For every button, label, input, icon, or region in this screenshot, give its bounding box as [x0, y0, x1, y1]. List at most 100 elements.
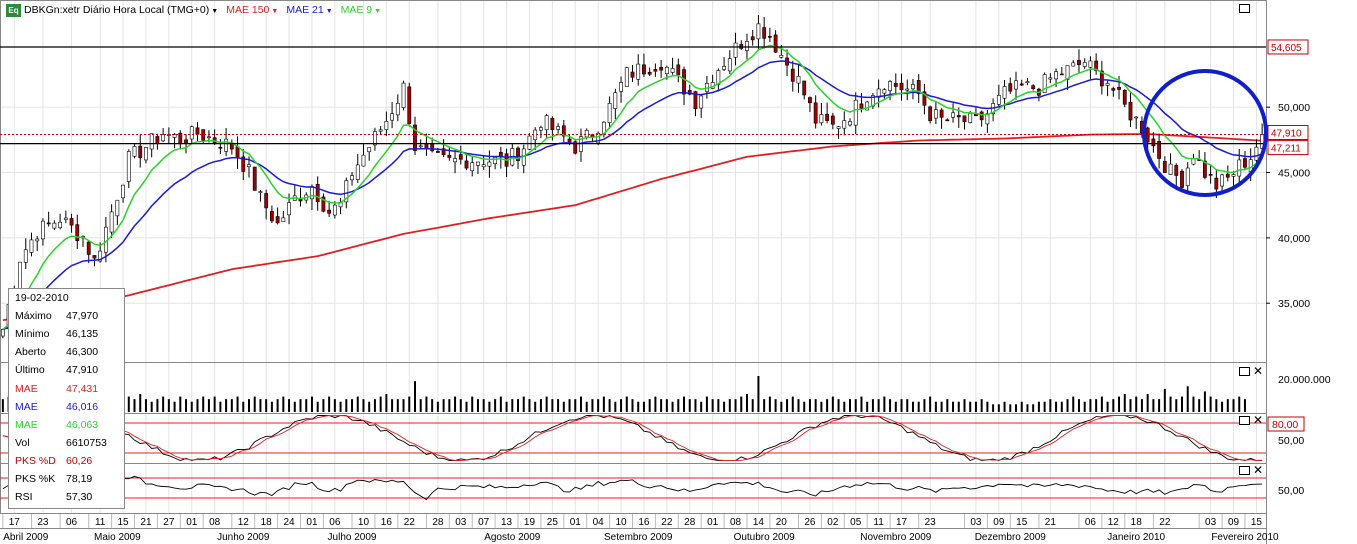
x-day-label: 25	[547, 517, 559, 528]
volume-bars: e	[1, 368, 1246, 412]
price-chart: e 35,000 40,000 45,000 50,000 54,605 47,910 47…	[0, 0, 1331, 544]
candle-body	[92, 255, 97, 259]
candle-body	[962, 115, 967, 123]
candle-body	[808, 97, 812, 104]
x-day-label: 21	[140, 517, 152, 528]
x-day-label: 01	[707, 517, 719, 528]
candle-body	[956, 115, 961, 118]
candle-body	[1071, 62, 1076, 67]
info-row: Aberto 46,300	[9, 343, 124, 361]
info-key: PKS %D	[15, 454, 56, 467]
candle-body	[802, 80, 807, 96]
info-date: 19-02-2010	[9, 289, 124, 307]
candle-body	[767, 36, 772, 38]
x-month-label: Janeiro 2010	[1107, 532, 1165, 543]
candle-body	[613, 92, 618, 109]
candle-body	[275, 216, 280, 224]
x-day-label: 17	[896, 517, 908, 528]
candle-body	[636, 63, 641, 80]
close-icon[interactable]: ✕	[1253, 414, 1263, 426]
candle-body	[584, 130, 589, 138]
candle-body	[550, 118, 555, 131]
x-day-label: 22	[404, 517, 416, 528]
candle-body	[762, 27, 767, 39]
candle-body	[1088, 60, 1093, 68]
x-month-label: Abril 2009	[3, 532, 48, 543]
candle-body	[418, 145, 423, 148]
candle-body	[327, 209, 332, 214]
x-day-label: 18	[261, 517, 273, 528]
candle-body	[458, 154, 463, 160]
panel-frames	[0, 0, 1267, 544]
candle-body	[750, 36, 755, 41]
candle-body	[75, 224, 80, 241]
candle-body	[1168, 163, 1173, 175]
candle-body	[1214, 177, 1219, 190]
rsi-tick-label: 50,00	[1278, 485, 1304, 497]
x-month-label: Agosto 2009	[484, 532, 541, 543]
maximize-icon[interactable]	[1239, 416, 1250, 425]
x-day-label: 16	[381, 517, 393, 528]
candle-body	[699, 95, 704, 109]
eq-icon[interactable]: Eq	[6, 4, 21, 17]
x-day-label: 04	[593, 517, 605, 528]
candle-body	[464, 160, 469, 169]
x-day-label: 22	[1159, 517, 1171, 528]
candle-body	[1002, 86, 1007, 99]
candle-body	[727, 58, 732, 72]
maximize-icon[interactable]	[1239, 466, 1250, 475]
close-icon[interactable]: ✕	[1253, 464, 1263, 476]
candle-body	[670, 68, 675, 73]
candle-body	[830, 115, 835, 125]
candle-body	[722, 66, 726, 70]
candle-body	[893, 83, 898, 87]
candle-body	[390, 113, 394, 121]
x-day-label: 16	[638, 517, 650, 528]
x-day-label: 03	[970, 517, 982, 528]
candle-body	[1105, 83, 1110, 86]
info-value: 46,300	[66, 346, 99, 359]
info-row: MAE 46,063	[9, 416, 124, 434]
info-row: Máximo 47,970	[9, 307, 124, 325]
ma9-selector[interactable]: MAE 9 ▼	[341, 4, 381, 16]
info-key: RSI	[15, 491, 33, 504]
info-value: 47,431	[66, 382, 99, 395]
x-day-label: 09	[1228, 517, 1240, 528]
candle-body	[624, 67, 629, 87]
candle-body	[52, 222, 57, 229]
candle-body	[682, 69, 686, 95]
candle-body	[1191, 158, 1196, 165]
candle-body	[933, 109, 938, 119]
x-day-label: 01	[186, 517, 198, 528]
x-month-label: Outubro 2009	[734, 532, 796, 543]
info-value: 57,30	[66, 491, 93, 504]
candle-body	[269, 211, 274, 222]
candle-body	[23, 249, 28, 263]
info-row: Mínimo 46,135	[9, 325, 124, 343]
ma21-selector[interactable]: MAE 21 ▼	[286, 4, 332, 16]
ma150-price-tag: 47,211	[1271, 144, 1301, 155]
symbol-selector[interactable]: DBKGn:xetr Diário Hora Local (TMG+0) ▼	[24, 4, 218, 16]
info-key: Vol	[15, 436, 30, 449]
candle-body	[642, 64, 646, 75]
candle-body	[138, 145, 143, 158]
candle-body	[888, 81, 892, 91]
candle-body	[1208, 174, 1213, 176]
candle-body	[659, 67, 664, 71]
x-day-label: 12	[238, 517, 250, 528]
volume-tick-label: 20.000.000	[1278, 374, 1331, 386]
candlestick-series	[0, 15, 1265, 339]
candle-body	[1082, 62, 1087, 67]
candle-body	[1025, 81, 1030, 84]
maximize-icon[interactable]	[1239, 4, 1250, 13]
info-key: Aberto	[15, 346, 46, 359]
close-icon[interactable]: ✕	[1253, 365, 1263, 377]
candle-body	[476, 161, 480, 166]
info-value: 60,26	[66, 454, 93, 467]
maximize-icon[interactable]	[1239, 367, 1250, 376]
ma150-selector[interactable]: MAE 150 ▼	[226, 4, 278, 16]
candle-body	[979, 111, 984, 121]
candle-body	[911, 84, 915, 90]
candle-body	[1117, 87, 1121, 90]
candle-body	[149, 133, 154, 150]
